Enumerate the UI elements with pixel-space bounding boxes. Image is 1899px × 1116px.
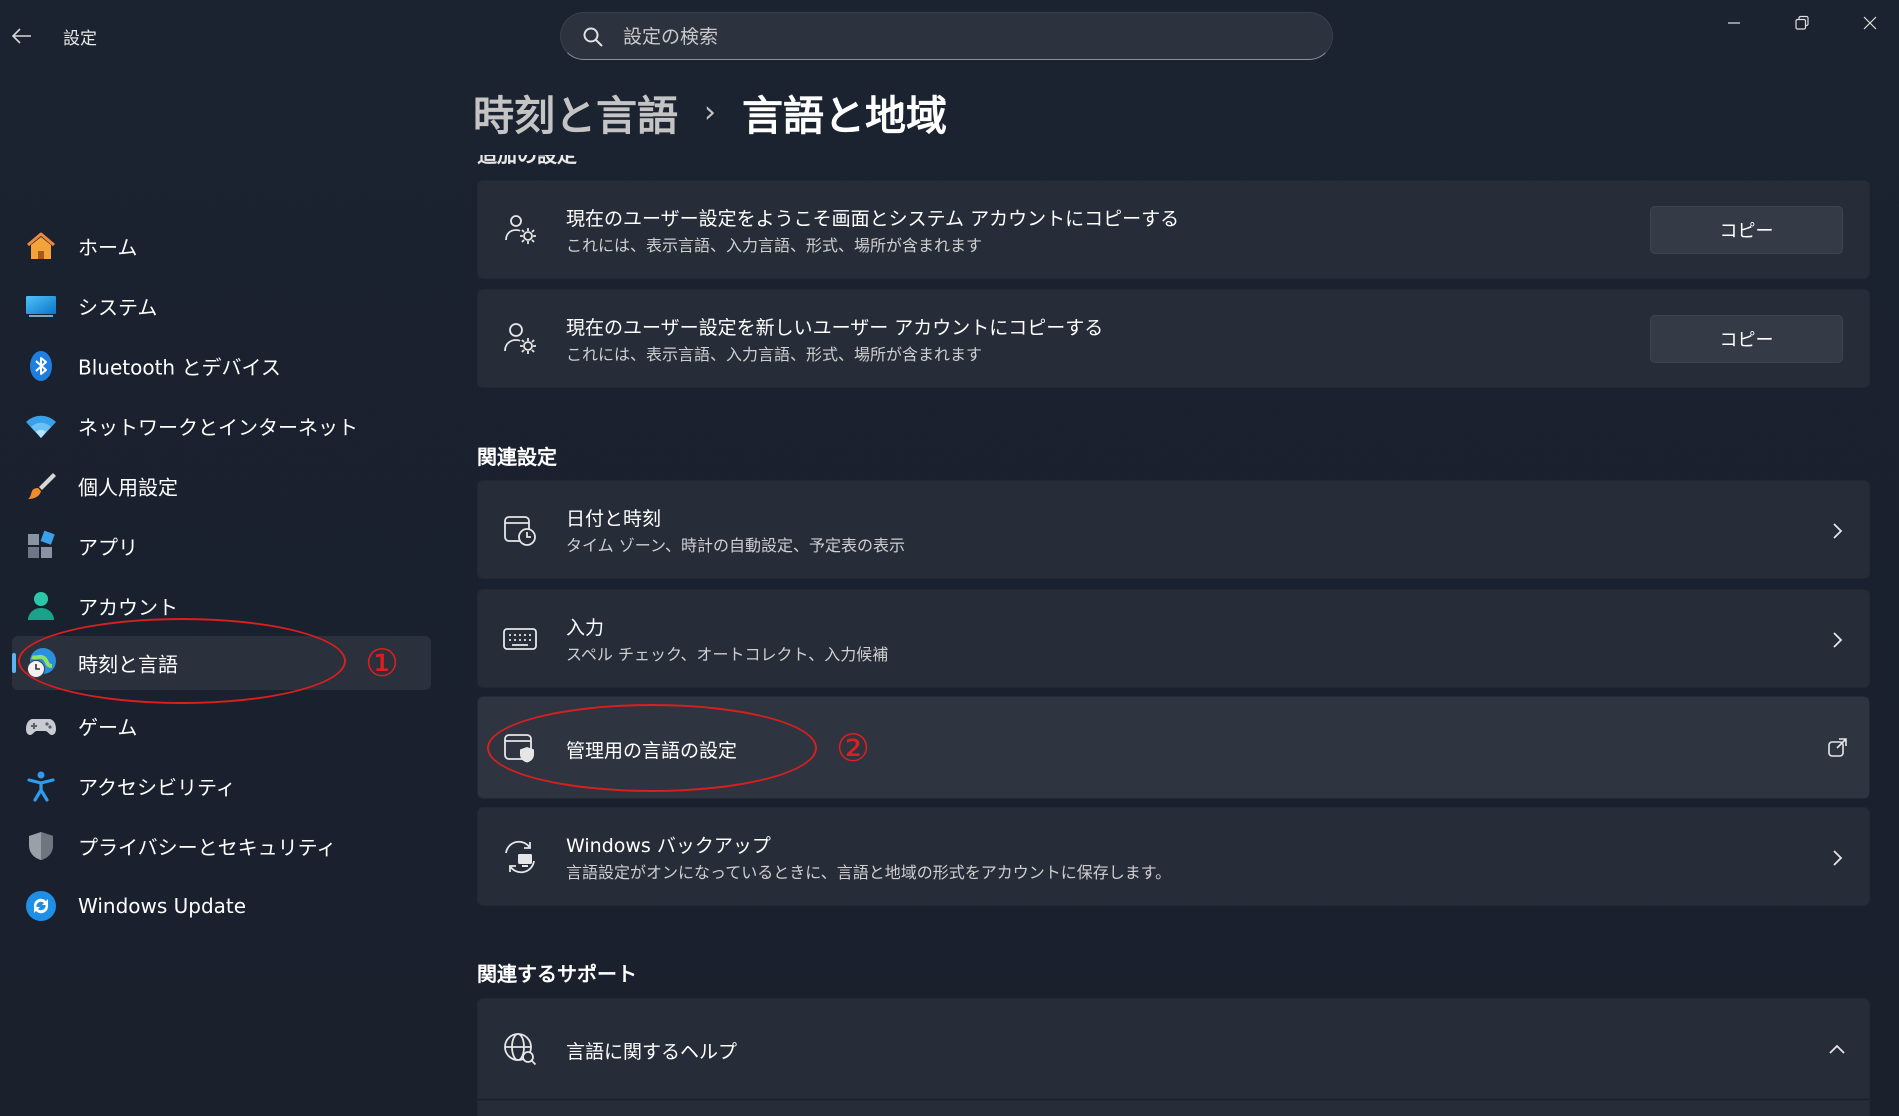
sidebar-item-label: ホーム bbox=[78, 235, 138, 260]
chevron-right-icon bbox=[1833, 850, 1843, 866]
globe-search-icon bbox=[504, 1033, 537, 1066]
back-button[interactable] bbox=[8, 18, 36, 54]
sidebar-item-windows-update[interactable]: Windows Update bbox=[12, 879, 431, 933]
maximize-button[interactable] bbox=[1768, 0, 1836, 46]
card-title: 管理用の言語の設定 bbox=[566, 740, 738, 762]
sidebar-item-label: Windows Update bbox=[78, 894, 247, 918]
card-title: 現在のユーザー設定をようこそ画面とシステム アカウントにコピーする bbox=[566, 208, 1180, 230]
related-windows-backup[interactable]: Windows バックアップ 言語設定がオンになっているときに、言語と地域の形式… bbox=[477, 807, 1870, 906]
chevron-up-icon bbox=[1829, 1044, 1845, 1054]
breadcrumb-separator: › bbox=[704, 94, 716, 130]
close-button[interactable] bbox=[1836, 0, 1899, 46]
related-date-time[interactable]: 日付と時刻 タイム ゾーン、時計の自動設定、予定表の表示 bbox=[477, 480, 1870, 579]
home-icon bbox=[27, 232, 55, 259]
minimize-button[interactable] bbox=[1700, 0, 1768, 46]
sidebar-item-label: 個人用設定 bbox=[78, 475, 178, 500]
support-language-help[interactable]: 言語に関するヘルプ bbox=[477, 998, 1870, 1099]
apps-icon bbox=[28, 530, 55, 558]
page-title: 言語と地域 bbox=[742, 92, 947, 140]
sidebar-item-label: ゲーム bbox=[78, 715, 138, 740]
sidebar-item-gaming[interactable]: ゲーム bbox=[12, 699, 431, 753]
sidebar-item-home[interactable]: ホーム bbox=[12, 219, 431, 273]
sidebar-item-label: Bluetooth とデバイス bbox=[78, 355, 281, 380]
sidebar-item-personalization[interactable]: 個人用設定 bbox=[12, 459, 431, 513]
calendar-clock-icon bbox=[504, 516, 536, 546]
sidebar-item-label: プライバシーとセキュリティ bbox=[78, 835, 337, 860]
search-box[interactable] bbox=[560, 12, 1333, 60]
app-title: 設定 bbox=[63, 29, 97, 49]
sidebar-item-label: アクセシビリティ bbox=[78, 775, 236, 800]
breadcrumb-parent[interactable]: 時刻と言語 bbox=[473, 82, 678, 142]
support-expanded-panel bbox=[477, 1100, 1870, 1116]
card-subtitle: スペル チェック、オートコレクト、入力候補 bbox=[566, 645, 889, 664]
copy-button[interactable]: コピー bbox=[1650, 315, 1843, 363]
backup-sync-icon bbox=[505, 840, 535, 874]
accessibility-icon bbox=[27, 771, 55, 802]
related-typing[interactable]: 入力 スペル チェック、オートコレクト、入力候補 bbox=[477, 589, 1870, 688]
update-icon bbox=[26, 891, 56, 921]
account-icon bbox=[28, 592, 54, 620]
copy-welcome-card: 現在のユーザー設定をようこそ画面とシステム アカウントにコピーする これには、表… bbox=[477, 180, 1870, 279]
card-subtitle: 言語設定がオンになっているときに、言語と地域の形式をアカウントに保存します。 bbox=[566, 863, 1172, 882]
bluetooth-icon bbox=[30, 351, 52, 381]
sidebar-item-bluetooth[interactable]: Bluetooth とデバイス bbox=[12, 339, 431, 393]
close-icon bbox=[1863, 16, 1877, 30]
sidebar-item-label: 時刻と言語 bbox=[78, 652, 178, 677]
restore-icon bbox=[1795, 15, 1809, 30]
sidebar-item-label: アプリ bbox=[78, 535, 138, 560]
chevron-right-icon bbox=[1833, 632, 1843, 648]
external-link-icon bbox=[1828, 738, 1847, 757]
sidebar-item-accessibility[interactable]: アクセシビリティ bbox=[12, 759, 431, 813]
breadcrumb: 時刻と言語 › 言語と地域 bbox=[473, 84, 947, 140]
scroll-region[interactable]: 追加の設定 現在のユーザー設定をようこそ画面とシステム アカウントにコピーする … bbox=[473, 155, 1873, 1116]
sidebar-item-system[interactable]: システム bbox=[12, 279, 431, 333]
shield-icon bbox=[29, 832, 53, 860]
chevron-right-icon bbox=[1833, 523, 1843, 539]
section-heading-cutoff: 追加の設定 bbox=[477, 155, 577, 167]
gamepad-icon bbox=[26, 719, 56, 735]
sidebar-item-privacy[interactable]: プライバシーとセキュリティ bbox=[12, 819, 431, 873]
copy-new-user-card: 現在のユーザー設定を新しいユーザー アカウントにコピーする これには、表示言語、… bbox=[477, 289, 1870, 388]
wifi-icon bbox=[26, 415, 56, 438]
card-subtitle: タイム ゾーン、時計の自動設定、予定表の表示 bbox=[566, 536, 906, 555]
sidebar-item-label: アカウント bbox=[78, 595, 178, 620]
search-icon bbox=[583, 27, 603, 47]
annotation-number-1: ① bbox=[365, 641, 400, 685]
keyboard-icon bbox=[503, 628, 537, 650]
time-language-icon bbox=[27, 648, 56, 678]
card-title: 現在のユーザー設定を新しいユーザー アカウントにコピーする bbox=[566, 317, 1104, 339]
user-gear-icon bbox=[504, 323, 536, 354]
card-title: 日付と時刻 bbox=[566, 508, 662, 530]
sidebar-item-network[interactable]: ネットワークとインターネット bbox=[12, 399, 431, 453]
monitor-icon bbox=[26, 296, 56, 317]
related-admin-language[interactable]: 管理用の言語の設定 bbox=[477, 696, 1870, 799]
section-heading-related-support: 関連するサポート bbox=[477, 962, 637, 986]
card-subtitle: これには、表示言語、入力言語、形式、場所が含まれます bbox=[566, 236, 983, 255]
sidebar-item-label: ネットワークとインターネット bbox=[78, 415, 358, 440]
users-gear-icon bbox=[505, 215, 536, 244]
admin-shield-icon bbox=[504, 734, 534, 763]
section-heading-related-settings: 関連設定 bbox=[477, 445, 557, 469]
back-arrow-icon bbox=[12, 28, 31, 44]
search-input[interactable] bbox=[623, 21, 1313, 53]
copy-button[interactable]: コピー bbox=[1650, 206, 1843, 254]
brush-icon bbox=[28, 473, 56, 499]
sidebar-item-label: システム bbox=[78, 295, 158, 320]
card-subtitle: これには、表示言語、入力言語、形式、場所が含まれます bbox=[566, 345, 983, 364]
sidebar-item-apps[interactable]: アプリ bbox=[12, 519, 431, 573]
card-title: 言語に関するヘルプ bbox=[566, 1041, 738, 1063]
card-title: Windows バックアップ bbox=[566, 835, 771, 857]
title-bar: 設定 bbox=[0, 0, 1899, 72]
minimize-icon bbox=[1728, 22, 1740, 24]
annotation-number-2: ② bbox=[836, 726, 871, 770]
sidebar-item-accounts[interactable]: アカウント bbox=[12, 579, 431, 633]
card-title: 入力 bbox=[566, 617, 605, 639]
